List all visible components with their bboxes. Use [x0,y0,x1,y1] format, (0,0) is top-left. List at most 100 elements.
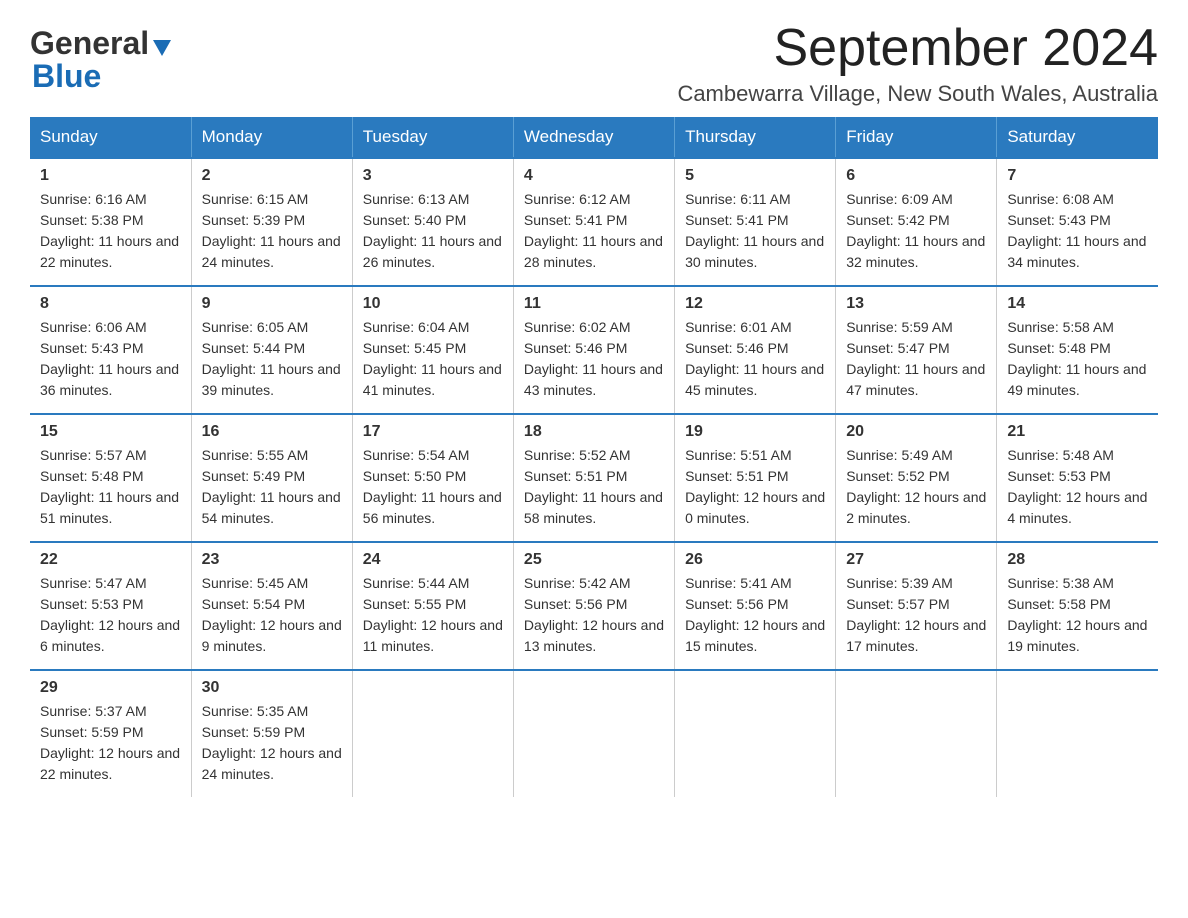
days-of-week-row: Sunday Monday Tuesday Wednesday Thursday… [30,117,1158,158]
calendar-week-row: 8 Sunrise: 6:06 AMSunset: 5:43 PMDaylight… [30,286,1158,414]
col-tuesday: Tuesday [352,117,513,158]
location-subtitle: Cambewarra Village, New South Wales, Aus… [677,81,1158,107]
calendar-day-cell: 22Sunrise: 5:47 AMSunset: 5:53 PMDayligh… [30,542,191,670]
day-number: 20 [846,423,986,441]
calendar-day-cell: 1 Sunrise: 6:16 AMSunset: 5:38 PMDaylight… [30,158,191,286]
day-number: 1 [40,167,181,185]
day-info: Sunrise: 5:57 AMSunset: 5:48 PMDaylight:… [40,445,181,529]
day-number: 11 [524,295,664,313]
day-info: Sunrise: 5:45 AMSunset: 5:54 PMDaylight:… [202,573,342,657]
calendar-day-cell: 16Sunrise: 5:55 AMSunset: 5:49 PMDayligh… [191,414,352,542]
logo-general-text: General [30,25,149,62]
day-number: 27 [846,551,986,569]
calendar-day-cell: 4 Sunrise: 6:12 AMSunset: 5:41 PMDaylight… [513,158,674,286]
day-info: Sunrise: 5:39 AMSunset: 5:57 PMDaylight:… [846,573,986,657]
day-info: Sunrise: 6:12 AMSunset: 5:41 PMDaylight:… [524,189,664,273]
day-number: 21 [1007,423,1148,441]
logo-blue-text: Blue [32,58,101,95]
calendar-day-cell: 7 Sunrise: 6:08 AMSunset: 5:43 PMDaylight… [997,158,1158,286]
calendar-week-row: 22Sunrise: 5:47 AMSunset: 5:53 PMDayligh… [30,542,1158,670]
day-info: Sunrise: 5:55 AMSunset: 5:49 PMDaylight:… [202,445,342,529]
day-info: Sunrise: 5:59 AMSunset: 5:47 PMDaylight:… [846,317,986,401]
calendar-day-cell: 20 Sunrise: 5:49 AMSunset: 5:52 PMDayligh… [836,414,997,542]
day-number: 2 [202,167,342,185]
calendar-title-area: September 2024 Cambewarra Village, New S… [677,20,1158,107]
calendar-day-cell: 18 Sunrise: 5:52 AMSunset: 5:51 PMDayligh… [513,414,674,542]
day-number: 29 [40,679,181,697]
calendar-day-cell [352,670,513,797]
day-number: 24 [363,551,503,569]
day-info: Sunrise: 6:05 AMSunset: 5:44 PMDaylight:… [202,317,342,401]
day-number: 4 [524,167,664,185]
day-number: 5 [685,167,825,185]
day-number: 7 [1007,167,1148,185]
calendar-day-cell: 2 Sunrise: 6:15 AMSunset: 5:39 PMDaylight… [191,158,352,286]
logo: General Blue [30,20,171,95]
day-number: 9 [202,295,342,313]
day-info: Sunrise: 5:41 AMSunset: 5:56 PMDaylight:… [685,573,825,657]
calendar-day-cell: 28 Sunrise: 5:38 AMSunset: 5:58 PMDayligh… [997,542,1158,670]
col-friday: Friday [836,117,997,158]
day-info: Sunrise: 6:01 AMSunset: 5:46 PMDaylight:… [685,317,825,401]
day-number: 23 [202,551,342,569]
calendar-day-cell [675,670,836,797]
day-number: 12 [685,295,825,313]
day-number: 30 [202,679,342,697]
col-thursday: Thursday [675,117,836,158]
day-info: Sunrise: 6:16 AMSunset: 5:38 PMDaylight:… [40,189,181,273]
calendar-header: Sunday Monday Tuesday Wednesday Thursday… [30,117,1158,158]
day-info: Sunrise: 5:38 AMSunset: 5:58 PMDaylight:… [1007,573,1148,657]
day-info: Sunrise: 5:58 AMSunset: 5:48 PMDaylight:… [1007,317,1148,401]
calendar-day-cell: 9 Sunrise: 6:05 AMSunset: 5:44 PMDaylight… [191,286,352,414]
col-saturday: Saturday [997,117,1158,158]
day-info: Sunrise: 5:51 AMSunset: 5:51 PMDaylight:… [685,445,825,529]
day-number: 13 [846,295,986,313]
day-info: Sunrise: 6:08 AMSunset: 5:43 PMDaylight:… [1007,189,1148,273]
day-number: 14 [1007,295,1148,313]
calendar-day-cell: 12 Sunrise: 6:01 AMSunset: 5:46 PMDayligh… [675,286,836,414]
calendar-day-cell: 29 Sunrise: 5:37 AMSunset: 5:59 PMDayligh… [30,670,191,797]
calendar-week-row: 1 Sunrise: 6:16 AMSunset: 5:38 PMDaylight… [30,158,1158,286]
day-number: 28 [1007,551,1148,569]
calendar-day-cell: 15 Sunrise: 5:57 AMSunset: 5:48 PMDayligh… [30,414,191,542]
day-info: Sunrise: 6:04 AMSunset: 5:45 PMDaylight:… [363,317,503,401]
calendar-day-cell: 19 Sunrise: 5:51 AMSunset: 5:51 PMDayligh… [675,414,836,542]
calendar-table: Sunday Monday Tuesday Wednesday Thursday… [30,117,1158,797]
calendar-day-cell: 25Sunrise: 5:42 AMSunset: 5:56 PMDayligh… [513,542,674,670]
day-number: 26 [685,551,825,569]
calendar-week-row: 29 Sunrise: 5:37 AMSunset: 5:59 PMDayligh… [30,670,1158,797]
day-number: 19 [685,423,825,441]
calendar-day-cell [513,670,674,797]
day-info: Sunrise: 6:06 AMSunset: 5:43 PMDaylight:… [40,317,181,401]
calendar-day-cell: 5Sunrise: 6:11 AMSunset: 5:41 PMDaylight… [675,158,836,286]
day-info: Sunrise: 5:54 AMSunset: 5:50 PMDaylight:… [363,445,503,529]
day-number: 15 [40,423,181,441]
page-header: General Blue September 2024 Cambewarra V… [30,20,1158,107]
calendar-day-cell: 10 Sunrise: 6:04 AMSunset: 5:45 PMDayligh… [352,286,513,414]
calendar-day-cell: 21 Sunrise: 5:48 AMSunset: 5:53 PMDayligh… [997,414,1158,542]
day-info: Sunrise: 6:15 AMSunset: 5:39 PMDaylight:… [202,189,342,273]
calendar-day-cell: 23 Sunrise: 5:45 AMSunset: 5:54 PMDayligh… [191,542,352,670]
calendar-week-row: 15 Sunrise: 5:57 AMSunset: 5:48 PMDayligh… [30,414,1158,542]
day-number: 22 [40,551,181,569]
calendar-day-cell: 6Sunrise: 6:09 AMSunset: 5:42 PMDaylight… [836,158,997,286]
col-wednesday: Wednesday [513,117,674,158]
day-info: Sunrise: 5:52 AMSunset: 5:51 PMDaylight:… [524,445,664,529]
calendar-day-cell: 17 Sunrise: 5:54 AMSunset: 5:50 PMDayligh… [352,414,513,542]
day-number: 25 [524,551,664,569]
day-info: Sunrise: 6:13 AMSunset: 5:40 PMDaylight:… [363,189,503,273]
day-info: Sunrise: 5:35 AMSunset: 5:59 PMDaylight:… [202,701,342,785]
col-monday: Monday [191,117,352,158]
day-info: Sunrise: 5:37 AMSunset: 5:59 PMDaylight:… [40,701,181,785]
day-info: Sunrise: 5:48 AMSunset: 5:53 PMDaylight:… [1007,445,1148,529]
calendar-day-cell: 3Sunrise: 6:13 AMSunset: 5:40 PMDaylight… [352,158,513,286]
day-number: 8 [40,295,181,313]
day-number: 10 [363,295,503,313]
calendar-day-cell [997,670,1158,797]
calendar-day-cell [836,670,997,797]
day-number: 18 [524,423,664,441]
day-number: 17 [363,423,503,441]
day-info: Sunrise: 5:49 AMSunset: 5:52 PMDaylight:… [846,445,986,529]
calendar-day-cell: 30 Sunrise: 5:35 AMSunset: 5:59 PMDayligh… [191,670,352,797]
calendar-day-cell: 11Sunrise: 6:02 AMSunset: 5:46 PMDayligh… [513,286,674,414]
